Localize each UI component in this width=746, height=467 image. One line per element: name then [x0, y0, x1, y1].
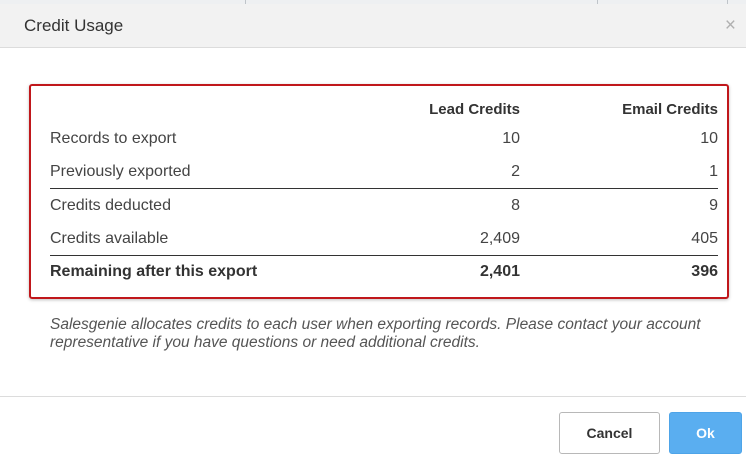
lead-credits-value: 8	[310, 188, 520, 222]
row-label: Credits available	[50, 229, 169, 247]
email-credits-value: 396	[520, 255, 718, 288]
close-icon[interactable]: ×	[725, 16, 736, 36]
table-row: Credits deducted 8 9	[50, 188, 718, 222]
lead-credits-value: 10	[502, 129, 520, 147]
table-row: Credits available 2,409 405	[50, 222, 718, 256]
table-row: Previously exported 2 1	[50, 155, 718, 189]
dialog-header: Credit Usage ×	[0, 4, 746, 48]
credit-summary-box: Lead Credits Email Credits Records to ex…	[29, 84, 729, 299]
column-header-label	[50, 86, 310, 122]
email-credits-value: 1	[709, 162, 718, 180]
row-label: Previously exported	[50, 162, 191, 180]
table-row: Records to export 10 10	[50, 122, 718, 155]
email-credits-value: 10	[700, 129, 718, 147]
email-credits-value: 405	[691, 229, 718, 247]
footer-divider	[0, 396, 746, 397]
dialog-title: Credit Usage	[24, 16, 124, 35]
row-label: Remaining after this export	[50, 255, 310, 288]
credit-table: Lead Credits Email Credits Records to ex…	[50, 86, 718, 288]
row-label: Credits deducted	[50, 188, 310, 222]
email-credits-value: 9	[520, 188, 718, 222]
row-label: Records to export	[50, 129, 177, 147]
ok-button[interactable]: Ok	[669, 412, 742, 454]
cancel-button[interactable]: Cancel	[559, 412, 660, 454]
column-header-email-credits: Email Credits	[622, 100, 718, 118]
lead-credits-value: 2	[511, 162, 520, 180]
column-header-lead-credits: Lead Credits	[429, 100, 520, 118]
lead-credits-value: 2,401	[310, 255, 520, 288]
credit-usage-dialog: Credit Usage × Lead Credits Email Credit…	[0, 0, 746, 467]
credit-note: Salesgenie allocates credits to each use…	[50, 316, 701, 351]
table-header-row: Lead Credits Email Credits	[50, 86, 718, 122]
lead-credits-value: 2,409	[479, 229, 520, 247]
table-row-total: Remaining after this export 2,401 396	[50, 255, 718, 288]
